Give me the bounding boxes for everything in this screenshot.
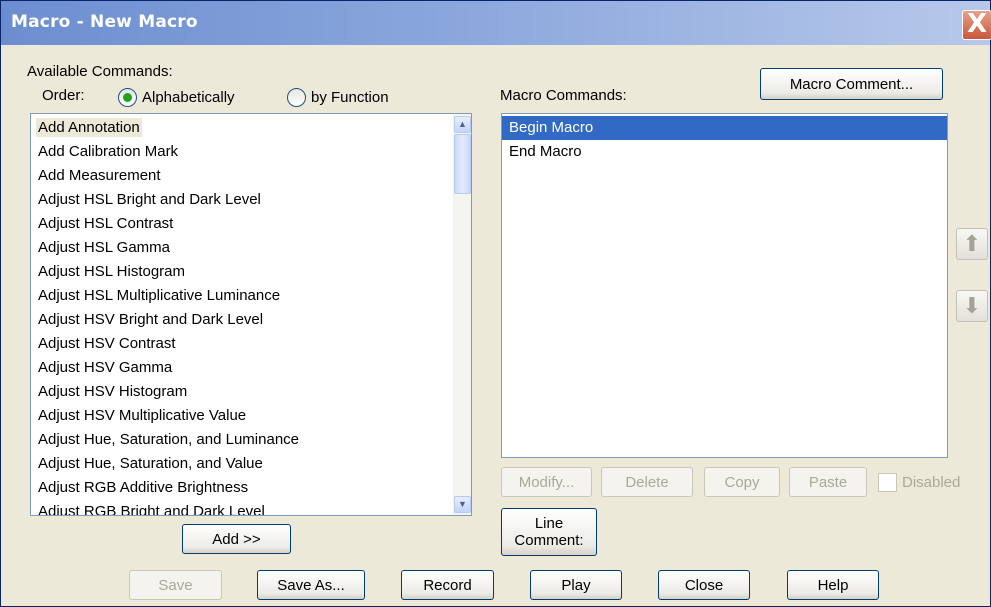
macro-commands-list[interactable]: Begin Macro End Macro xyxy=(501,113,948,458)
list-item-label: Adjust RGB Additive Brightness xyxy=(38,479,249,496)
list-item[interactable]: Add Calibration Mark xyxy=(31,140,453,164)
list-item-label: Adjust HSV Gamma xyxy=(38,359,173,376)
macro-comment-button[interactable]: Macro Comment... xyxy=(760,68,943,100)
line-comment-label-1: Line xyxy=(534,515,564,532)
list-item-label: Adjust HSL Histogram xyxy=(38,263,185,280)
disabled-checkbox[interactable] xyxy=(878,473,897,492)
list-item[interactable]: Adjust HSL Gamma xyxy=(31,236,453,260)
scroll-up-icon[interactable]: ▲ xyxy=(454,116,471,133)
list-item[interactable]: Adjust Hue, Saturation, and Luminance xyxy=(31,428,453,452)
radio-by-function[interactable] xyxy=(287,88,306,107)
list-item[interactable]: Adjust HSV Bright and Dark Level xyxy=(31,308,453,332)
record-button[interactable]: Record xyxy=(401,570,494,600)
list-item-label: Adjust RGB Bright and Dark Level xyxy=(38,503,265,516)
close-icon: X xyxy=(966,9,988,39)
list-item[interactable]: Adjust HSL Contrast xyxy=(31,212,453,236)
available-commands-scrollbar[interactable]: ▲ ▼ xyxy=(453,114,471,515)
list-item[interactable]: End Macro xyxy=(502,140,947,164)
list-item[interactable]: Adjust HSL Bright and Dark Level xyxy=(31,188,453,212)
play-button[interactable]: Play xyxy=(530,570,622,600)
move-down-button[interactable]: ⬇ xyxy=(956,290,988,322)
list-item-label: Adjust HSL Gamma xyxy=(38,239,170,256)
macro-dialog: Macro - New Macro X Available Commands: … xyxy=(0,0,991,607)
list-item[interactable]: Adjust HSL Histogram xyxy=(31,260,453,284)
radio-alphabetically[interactable] xyxy=(118,88,137,107)
window-title: Macro - New Macro xyxy=(11,12,198,32)
macro-commands-label: Macro Commands: xyxy=(500,87,627,104)
available-commands-items: Add Annotation Add Calibration Mark Add Me… xyxy=(31,116,453,516)
help-button[interactable]: Help xyxy=(787,570,879,600)
save-as-button[interactable]: Save As... xyxy=(257,570,365,600)
list-item-label: End Macro xyxy=(509,143,582,160)
close-button[interactable]: Close xyxy=(658,570,750,600)
list-item-label: Adjust HSV Multiplicative Value xyxy=(38,407,247,424)
list-item[interactable]: Adjust HSL Multiplicative Luminance xyxy=(31,284,453,308)
list-item-label: Adjust HSL Multiplicative Luminance xyxy=(38,287,281,304)
line-comment-label-2: Comment: xyxy=(514,532,584,549)
list-item[interactable]: Adjust Hue, Saturation, and Value xyxy=(31,452,453,476)
arrow-up-icon: ⬆ xyxy=(962,231,982,256)
list-item[interactable]: Add Annotation xyxy=(31,116,453,140)
radio-alphabetically-label[interactable]: Alphabetically xyxy=(142,89,235,106)
list-item-label: Adjust HSL Bright and Dark Level xyxy=(38,191,261,208)
list-item[interactable]: Begin Macro xyxy=(502,116,947,140)
list-item[interactable]: Adjust HSV Multiplicative Value xyxy=(31,404,453,428)
modify-button[interactable]: Modify... xyxy=(501,467,592,497)
list-item-label: Adjust Hue, Saturation, and Luminance xyxy=(38,431,299,448)
list-item-label: Adjust Hue, Saturation, and Value xyxy=(38,455,263,472)
list-item-label: Add Annotation xyxy=(36,118,142,137)
scroll-down-icon[interactable]: ▼ xyxy=(454,496,471,513)
list-item-label: Adjust HSV Histogram xyxy=(38,383,188,400)
add-button[interactable]: Add >> xyxy=(182,524,291,554)
list-item[interactable]: Adjust HSV Contrast xyxy=(31,332,453,356)
available-commands-list[interactable]: Add Annotation Add Calibration Mark Add Me… xyxy=(30,113,472,516)
move-up-button[interactable]: ⬆ xyxy=(956,228,988,260)
list-item[interactable]: Adjust RGB Bright and Dark Level xyxy=(31,500,453,516)
list-item[interactable]: Adjust HSV Histogram xyxy=(31,380,453,404)
copy-button[interactable]: Copy xyxy=(704,467,780,497)
close-window-button[interactable]: X xyxy=(962,10,991,40)
list-item-label: Adjust HSL Contrast xyxy=(38,215,174,232)
list-item-label: Adjust HSV Bright and Dark Level xyxy=(38,311,264,328)
arrow-down-icon: ⬇ xyxy=(962,293,982,318)
list-item-label: Add Calibration Mark xyxy=(38,143,179,160)
delete-button[interactable]: Delete xyxy=(601,467,693,497)
list-item-label: Begin Macro xyxy=(509,119,594,136)
disabled-checkbox-label: Disabled xyxy=(902,474,961,491)
save-button[interactable]: Save xyxy=(129,570,222,600)
title-bar[interactable]: Macro - New Macro X xyxy=(1,1,991,45)
scrollbar-thumb[interactable] xyxy=(454,134,471,194)
radio-by-function-label[interactable]: by Function xyxy=(311,89,389,106)
macro-commands-items: Begin Macro End Macro xyxy=(502,116,947,164)
list-item-label: Add Measurement xyxy=(38,167,161,184)
list-item[interactable]: Adjust RGB Additive Brightness xyxy=(31,476,453,500)
list-item[interactable]: Add Measurement xyxy=(31,164,453,188)
line-comment-button[interactable]: Line Comment: xyxy=(501,508,597,556)
list-item[interactable]: Adjust HSV Gamma xyxy=(31,356,453,380)
available-commands-label: Available Commands: xyxy=(27,63,173,80)
paste-button[interactable]: Paste xyxy=(789,467,867,497)
order-label: Order: xyxy=(42,87,85,104)
list-item-label: Adjust HSV Contrast xyxy=(38,335,176,352)
